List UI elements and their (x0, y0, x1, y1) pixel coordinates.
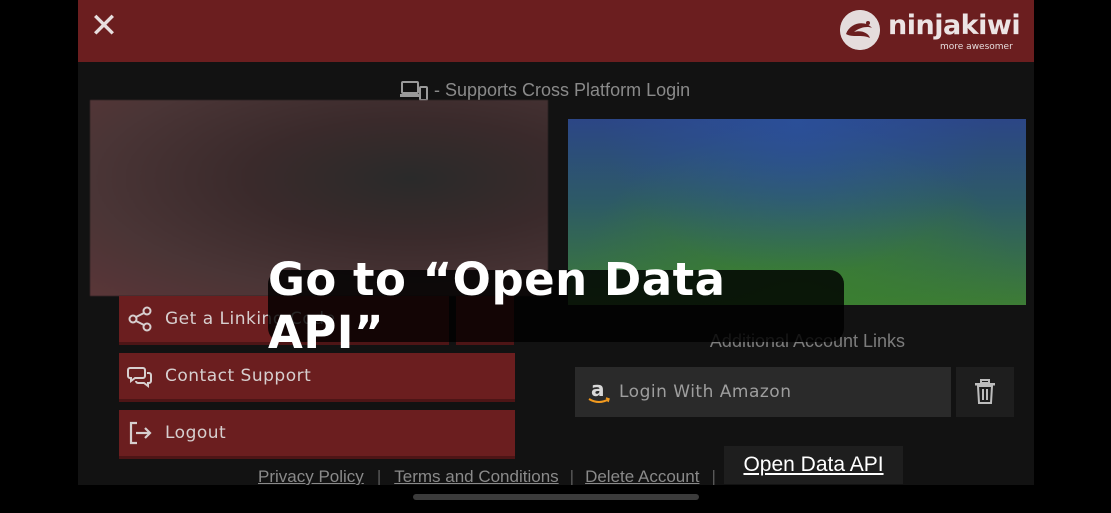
chat-bubbles-icon (127, 367, 152, 388)
svg-text:a: a (591, 378, 605, 401)
ninjakiwi-logo: ninjakiwi more awesomer (840, 8, 1024, 54)
kiwi-emblem-icon (840, 10, 880, 50)
logout-label: Logout (165, 423, 227, 443)
devices-icon (400, 81, 428, 101)
terms-link[interactable]: Terms and Conditions (394, 467, 558, 485)
footer-separator: | (569, 467, 575, 485)
footer-separator: | (376, 467, 382, 485)
share-icon (128, 306, 152, 332)
logo-tagline: more awesomer (940, 42, 1013, 52)
amazon-label: Login With Amazon (619, 382, 792, 402)
privacy-policy-link[interactable]: Privacy Policy (258, 467, 364, 485)
home-indicator[interactable] (413, 494, 699, 500)
logout-icon (129, 421, 152, 445)
cross-platform-note: - Supports Cross Platform Login (400, 78, 690, 102)
cross-platform-text: - Supports Cross Platform Login (434, 79, 691, 100)
contact-support-button[interactable]: Contact Support (119, 353, 515, 399)
delete-account-link[interactable]: Delete Account (585, 467, 699, 485)
close-button[interactable]: ✕ (86, 8, 122, 44)
open-data-api-link[interactable]: Open Data API (724, 446, 903, 484)
footer-separator: | (711, 467, 716, 485)
trash-icon (975, 379, 995, 404)
unlink-amazon-button[interactable] (956, 367, 1014, 417)
login-with-amazon-button[interactable]: a Login With Amazon (575, 367, 951, 417)
top-bar: ✕ ninjakiwi more awesomer (78, 0, 1034, 62)
contact-label: Contact Support (165, 366, 312, 386)
logout-button[interactable]: Logout (119, 410, 515, 456)
footer-links: Privacy Policy | Terms and Conditions | … (258, 466, 716, 485)
logo-wordmark: ninjakiwi (888, 10, 1021, 41)
app-window: ✕ ninjakiwi more awesomer - Supports Cro… (78, 0, 1034, 485)
instruction-caption: Go to “Open Data API” (268, 253, 844, 359)
amazon-icon: a (588, 378, 610, 403)
